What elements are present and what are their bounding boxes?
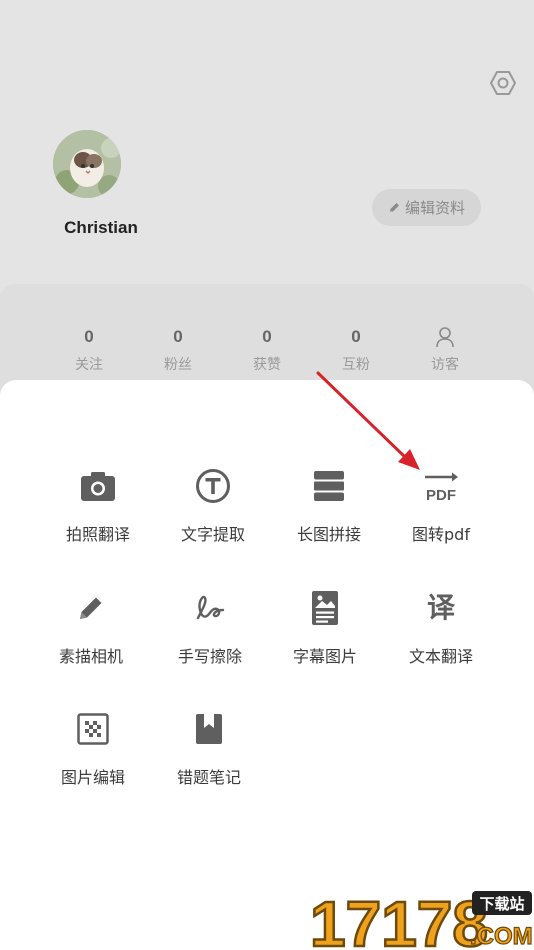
stat-mutual[interactable]: 0 互粉 (316, 326, 396, 374)
tool-mistake-notes[interactable]: 错题笔记 (154, 707, 264, 788)
watermark-number: 17178 (310, 888, 488, 950)
pdf-icon: PDF (386, 464, 496, 508)
handwriting-icon (155, 586, 265, 630)
stat-value: 0 (351, 327, 361, 346)
tool-label: 错题笔记 (176, 768, 241, 787)
stat-label: 访客 (431, 357, 459, 373)
tool-label: 素描相机 (58, 647, 123, 666)
tool-label: 文本翻译 (408, 647, 473, 666)
tool-handwriting-erase[interactable]: 手写擦除 (155, 586, 265, 667)
translate-icon-glyph: 译 (426, 591, 455, 624)
username: Christian (64, 218, 138, 237)
tool-image-to-pdf[interactable]: PDF 图转pdf (386, 464, 496, 545)
long-image-icon (274, 464, 384, 508)
image-edit-icon (38, 707, 148, 751)
stat-fans[interactable]: 0 粉丝 (138, 326, 218, 374)
avatar[interactable] (53, 130, 121, 198)
tool-label: 拍照翻译 (65, 525, 130, 544)
stat-visitors[interactable]: 访客 (405, 326, 485, 374)
watermark-domain: .COM (470, 923, 533, 950)
edit-profile-label: 编辑资料 (404, 199, 465, 217)
tool-label: 字幕图片 (292, 647, 357, 666)
tool-photo-translate[interactable]: 拍照翻译 (43, 464, 153, 545)
stat-value: 0 (173, 327, 183, 346)
stat-label: 获赞 (253, 357, 281, 373)
pdf-icon-text: PDF (426, 487, 456, 503)
tool-long-image[interactable]: 长图拼接 (274, 464, 384, 545)
watermark-badge: 下载站 (479, 895, 524, 913)
tool-label: 长图拼接 (296, 525, 361, 544)
tool-image-edit[interactable]: 图片编辑 (38, 707, 148, 788)
stat-value: 0 (84, 327, 94, 346)
tool-label: 图转pdf (412, 525, 470, 544)
tool-label: 文字提取 (180, 525, 245, 544)
person-icon (405, 326, 485, 348)
settings-button[interactable] (488, 68, 518, 98)
stat-following[interactable]: 0 关注 (49, 326, 129, 374)
watermark-logo: 17178 下载站 .COM (309, 888, 534, 950)
tool-subtitle-image[interactable]: 字幕图片 (270, 586, 380, 667)
text-t-icon (158, 464, 268, 508)
tool-text-translate[interactable]: 译 文本翻译 (386, 586, 496, 667)
subtitle-image-icon (270, 586, 380, 630)
edit-profile-button[interactable]: 编辑资料 (372, 189, 481, 226)
stat-label: 互粉 (342, 357, 370, 373)
stat-label: 关注 (75, 357, 103, 373)
bookmark-note-icon (154, 707, 264, 751)
settings-hex-icon (490, 71, 516, 95)
camera-icon (43, 464, 153, 508)
tool-sketch-camera[interactable]: 素描相机 (36, 586, 146, 667)
stat-likes[interactable]: 0 获赞 (227, 326, 307, 374)
stat-value: 0 (262, 327, 272, 346)
pencil-icon (36, 586, 146, 630)
tool-text-extract[interactable]: 文字提取 (158, 464, 268, 545)
pencil-icon (389, 203, 399, 212)
tool-label: 图片编辑 (60, 768, 125, 787)
stat-label: 粉丝 (164, 357, 192, 373)
tool-label: 手写擦除 (177, 647, 242, 666)
translate-icon: 译 (386, 586, 496, 630)
avatar-image (53, 130, 121, 198)
